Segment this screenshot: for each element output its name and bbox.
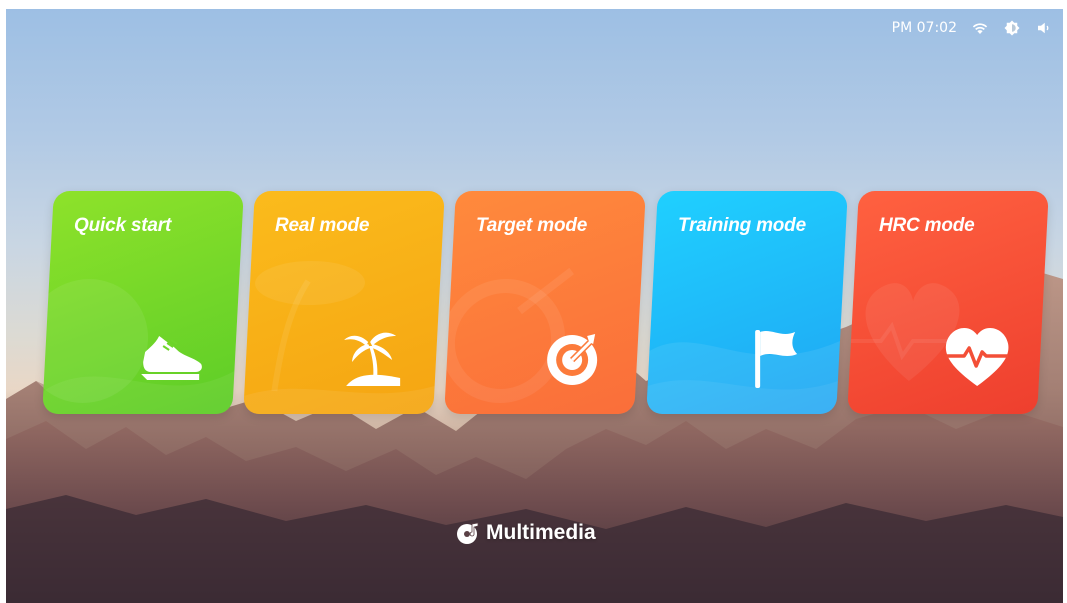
target-mode-label: Target mode	[476, 215, 588, 236]
real-mode-card[interactable]: Real mode	[243, 191, 445, 414]
target-icon	[547, 334, 598, 385]
hrc-mode-label: HRC mode	[879, 215, 975, 236]
training-mode-label: Training mode	[678, 215, 806, 236]
clock: PM 07:02	[891, 20, 957, 36]
volume-icon[interactable]	[1035, 19, 1053, 37]
shoe-icon	[141, 336, 202, 380]
training-mode-card[interactable]: Training mode	[646, 191, 848, 414]
target-mode-card[interactable]: Target mode	[444, 191, 646, 414]
music-disc-icon	[457, 522, 479, 544]
heart-rate-icon	[945, 328, 1009, 386]
real-mode-label: Real mode	[275, 215, 370, 236]
quick-start-label: Quick start	[74, 215, 172, 236]
multimedia-button[interactable]: Multimedia	[456, 521, 596, 545]
palm-tree-icon	[344, 332, 401, 386]
status-bar: PM 07:02	[892, 18, 1053, 38]
flag-icon	[755, 330, 798, 388]
hrc-mode-card[interactable]: HRC mode	[847, 191, 1049, 414]
multimedia-label: Multimedia	[486, 521, 596, 544]
quick-start-card[interactable]: Quick start	[42, 191, 244, 414]
wifi-icon[interactable]	[971, 19, 989, 37]
brightness-icon[interactable]	[1003, 19, 1021, 37]
home-screen: PM 07:02 Quick start Real mode Target mo…	[6, 9, 1063, 603]
